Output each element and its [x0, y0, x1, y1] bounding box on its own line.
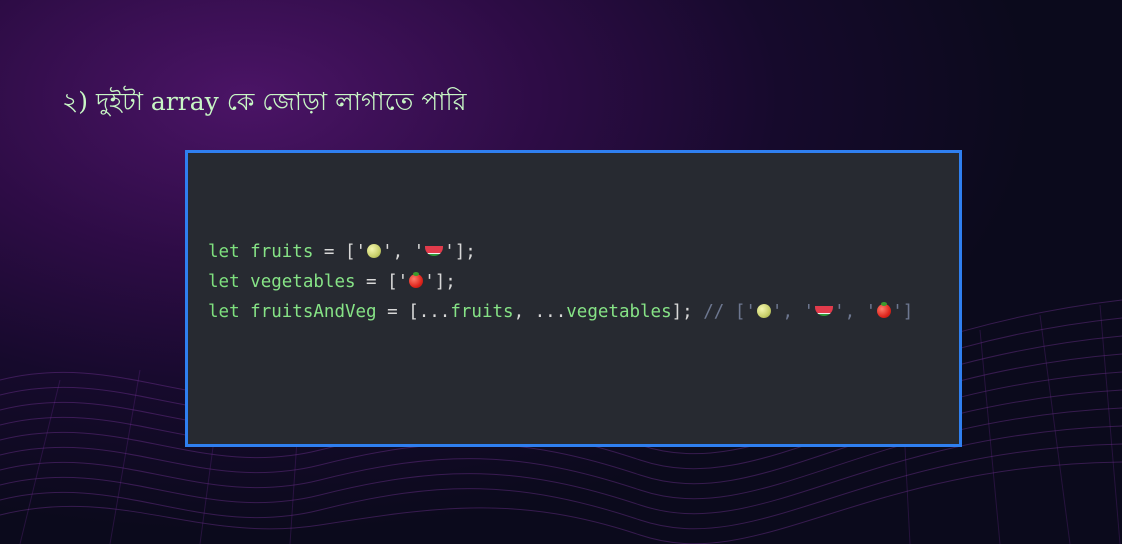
code-lines: let fruits = [' ', ' ']; let vegetables = [… — [208, 237, 913, 327]
melon-icon — [756, 304, 771, 318]
slide-title: ২) দুইটা array কে জোড়া লাগাতে পারি — [62, 87, 467, 116]
code-token: '] — [892, 302, 914, 322]
code-token: = [' — [313, 242, 367, 262]
code-token: ]; — [671, 302, 704, 322]
code-token: , ... — [513, 302, 567, 322]
code-token: vegetables — [566, 302, 672, 322]
code-token: // [' — [703, 302, 756, 322]
code-token: ', ' — [382, 242, 425, 262]
code-line: let fruits = [' ', ' ']; — [208, 237, 913, 267]
code-block: let fruits = [' ', ' ']; let vegetables = [… — [185, 150, 962, 447]
code-token: fruits — [250, 242, 314, 262]
code-token: vegetables — [250, 272, 356, 292]
watermelon-icon — [425, 246, 444, 256]
code-token: fruitsAndVeg — [250, 302, 377, 322]
code-line: let fruitsAndVeg = [...fruits, ...vegeta… — [208, 297, 913, 327]
tomato-icon — [877, 302, 892, 318]
code-line: let vegetables = [' ']; — [208, 267, 913, 297]
code-token: fruits — [450, 302, 514, 322]
watermelon-icon — [815, 306, 834, 316]
code-token: ', ' — [771, 302, 815, 322]
code-token: ']; — [444, 242, 476, 262]
code-token: = [... — [376, 302, 451, 322]
code-token: let — [208, 242, 251, 262]
tomato-icon — [409, 272, 424, 288]
code-token: = [' — [355, 272, 409, 292]
code-token: let — [208, 302, 251, 322]
code-token: ']; — [424, 272, 456, 292]
code-token: ', ' — [834, 302, 877, 322]
code-token: let — [208, 272, 251, 292]
melon-icon — [367, 244, 382, 258]
